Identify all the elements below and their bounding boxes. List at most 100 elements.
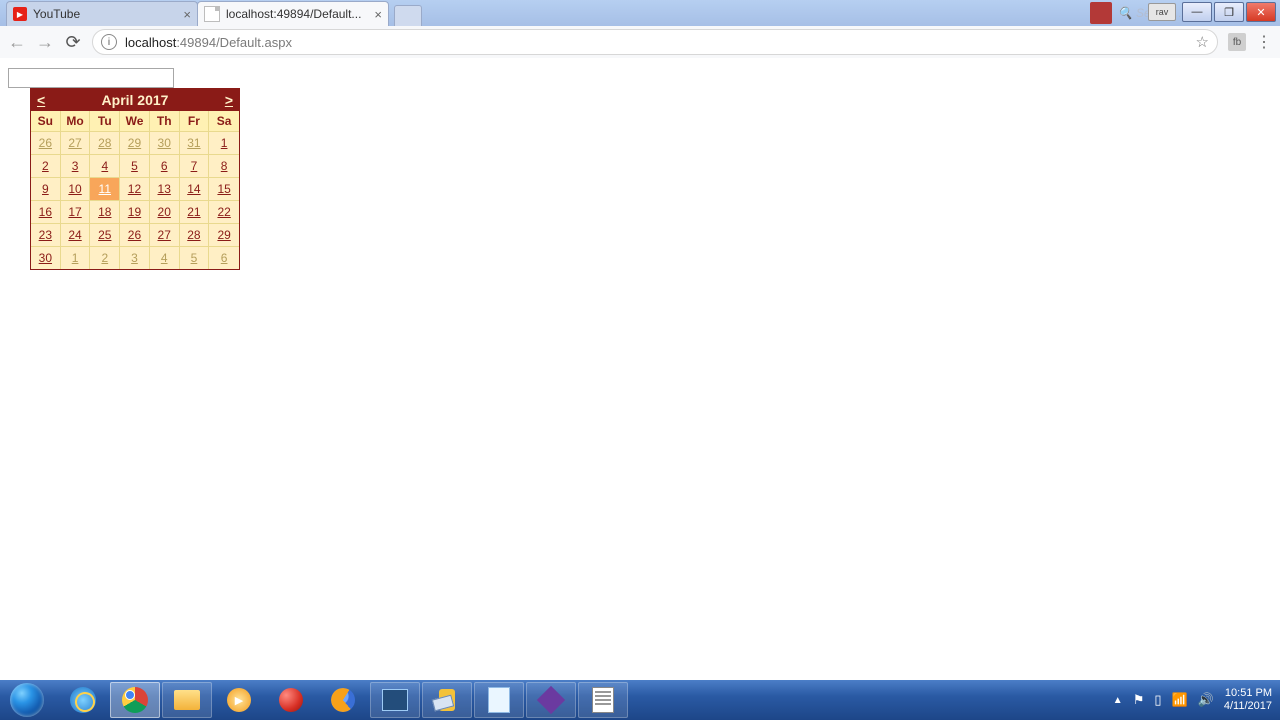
calendar-grid: SuMoTuWeThFrSa26272829303112345678910111…	[31, 111, 239, 269]
day-link[interactable]: 16	[38, 205, 52, 219]
menu-button[interactable]: ⋮	[1256, 32, 1272, 52]
next-month-link[interactable]: >	[219, 89, 239, 111]
day-cell: 11	[90, 177, 120, 200]
taskbar-firefox[interactable]	[318, 682, 368, 718]
day-link[interactable]: 26	[127, 228, 141, 242]
day-link[interactable]: 1	[217, 136, 231, 150]
taskbar-ssms[interactable]	[422, 682, 472, 718]
day-link[interactable]: 19	[127, 205, 141, 219]
day-link[interactable]: 28	[187, 228, 201, 242]
day-link[interactable]: 7	[187, 159, 201, 173]
close-icon: ✕	[1256, 6, 1265, 19]
app-icon[interactable]	[1090, 2, 1112, 24]
clock-date: 4/11/2017	[1224, 700, 1272, 713]
day-link[interactable]: 29	[127, 136, 141, 150]
taskbar-vs[interactable]	[526, 682, 576, 718]
day-link[interactable]: 11	[98, 182, 112, 196]
close-button[interactable]: ✕	[1246, 2, 1276, 22]
day-link[interactable]: 14	[187, 182, 201, 196]
taskbar-opera[interactable]	[266, 682, 316, 718]
day-link[interactable]: 9	[38, 182, 52, 196]
day-link[interactable]: 3	[68, 159, 82, 173]
taskbar-wmp[interactable]: ▶	[214, 682, 264, 718]
new-tab-button[interactable]	[394, 5, 422, 26]
day-link[interactable]: 15	[217, 182, 231, 196]
day-link[interactable]: 6	[217, 251, 231, 265]
day-link[interactable]: 26	[38, 136, 52, 150]
taskbar-clock[interactable]: 10:51 PM 4/11/2017	[1224, 687, 1272, 713]
day-link[interactable]: 2	[38, 159, 52, 173]
maximize-button[interactable]: ❐	[1214, 2, 1244, 22]
tab-youtube[interactable]: ▶ YouTube ×	[6, 1, 198, 26]
day-link[interactable]: 18	[98, 205, 112, 219]
day-cell: 23	[31, 223, 61, 246]
day-link[interactable]: 5	[187, 251, 201, 265]
day-link[interactable]: 8	[217, 159, 231, 173]
url-domain: localhost	[125, 35, 176, 50]
day-link[interactable]: 21	[187, 205, 201, 219]
day-link[interactable]: 12	[127, 182, 141, 196]
day-cell: 10	[61, 177, 91, 200]
tab-localhost[interactable]: localhost:49894/Default... ×	[197, 1, 389, 26]
tab-title: localhost:49894/Default...	[226, 7, 361, 21]
day-link[interactable]: 4	[157, 251, 171, 265]
prev-month-link[interactable]: <	[31, 89, 51, 111]
day-link[interactable]: 20	[157, 205, 171, 219]
close-icon[interactable]: ×	[183, 7, 191, 22]
taskbar-explorer[interactable]	[162, 682, 212, 718]
day-cell: 16	[31, 200, 61, 223]
extension-icon[interactable]: fb	[1228, 33, 1246, 51]
day-link[interactable]: 17	[68, 205, 82, 219]
vs-icon	[539, 688, 563, 712]
taskbar-doc[interactable]	[578, 682, 628, 718]
system-tray: ▲ ⚑ ▯ 📶 🔊 10:51 PM 4/11/2017	[1105, 680, 1280, 720]
reload-button[interactable]: ⟳	[64, 32, 82, 53]
close-icon[interactable]: ×	[374, 7, 382, 22]
minimize-button[interactable]: —	[1182, 2, 1212, 22]
battery-icon[interactable]: ▯	[1154, 692, 1161, 708]
forward-button[interactable]: →	[36, 32, 54, 53]
day-link[interactable]: 22	[217, 205, 231, 219]
taskbar-ie[interactable]	[58, 682, 108, 718]
textbox-input[interactable]	[8, 68, 174, 88]
day-link[interactable]: 4	[98, 159, 112, 173]
flag-icon[interactable]: ⚑	[1133, 692, 1145, 708]
taskbar-chrome[interactable]	[110, 682, 160, 718]
day-link[interactable]: 25	[98, 228, 112, 242]
day-link[interactable]: 10	[68, 182, 82, 196]
day-link[interactable]: 24	[68, 228, 82, 242]
address-bar[interactable]: i localhost :49894/Default.aspx ☆	[92, 29, 1218, 55]
day-cell: 30	[150, 131, 180, 154]
tray-overflow-icon[interactable]: ▲	[1113, 695, 1123, 706]
day-cell: 17	[61, 200, 91, 223]
start-button[interactable]	[0, 680, 54, 720]
tab-title: YouTube	[33, 7, 80, 21]
day-link[interactable]: 27	[157, 228, 171, 242]
day-header: We	[120, 111, 150, 131]
day-link[interactable]: 23	[38, 228, 52, 242]
day-link[interactable]: 30	[38, 251, 52, 265]
wifi-icon[interactable]: 📶	[1172, 692, 1188, 708]
info-icon[interactable]: i	[101, 34, 117, 50]
minimize-icon: —	[1192, 6, 1203, 18]
day-cell: 31	[180, 131, 210, 154]
back-button[interactable]: ←	[8, 32, 26, 53]
day-link[interactable]: 13	[157, 182, 171, 196]
bookmark-icon[interactable]: ☆	[1196, 33, 1209, 51]
day-link[interactable]: 3	[127, 251, 141, 265]
day-link[interactable]: 27	[68, 136, 82, 150]
volume-icon[interactable]: 🔊	[1198, 692, 1214, 708]
day-cell: 28	[180, 223, 210, 246]
day-header: Su	[31, 111, 61, 131]
day-link[interactable]: 31	[187, 136, 201, 150]
day-link[interactable]: 30	[157, 136, 171, 150]
day-link[interactable]: 6	[157, 159, 171, 173]
taskbar-notepad[interactable]	[474, 682, 524, 718]
day-link[interactable]: 29	[217, 228, 231, 242]
day-link[interactable]: 28	[98, 136, 112, 150]
day-link[interactable]: 2	[98, 251, 112, 265]
day-cell: 27	[150, 223, 180, 246]
day-link[interactable]: 1	[68, 251, 82, 265]
taskbar-app1[interactable]	[370, 682, 420, 718]
day-link[interactable]: 5	[127, 159, 141, 173]
